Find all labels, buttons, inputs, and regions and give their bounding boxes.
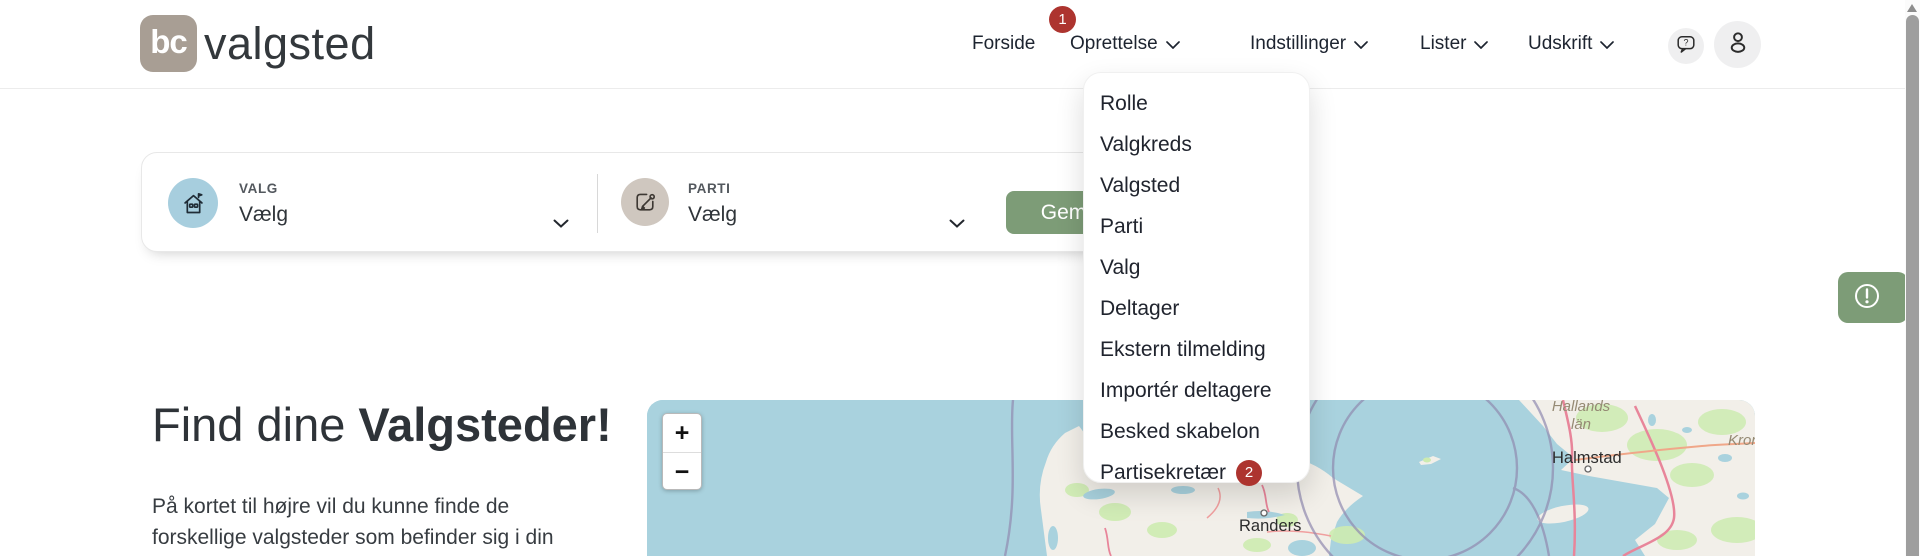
nav-label: Oprettelse xyxy=(1070,33,1158,55)
logo-name: valgsted xyxy=(204,21,376,66)
menu-item-deltager[interactable]: Deltager xyxy=(1084,288,1309,329)
intro-paragraph-line1: På kortet til højre vil du kunne finde d… xyxy=(152,491,622,522)
menu-item-valgsted[interactable]: Valgsted xyxy=(1084,165,1309,206)
polling-house-icon xyxy=(168,178,218,228)
notification-badge: 1 xyxy=(1049,6,1076,33)
page: Hallands län Kron Halmstad Randers + − F… xyxy=(0,0,1920,556)
intro-paragraph-line2: forskellige valgsteder som befinder sig … xyxy=(152,522,622,553)
edit-pen-icon xyxy=(621,178,669,226)
menu-item-besked-skabelon[interactable]: Besked skabelon xyxy=(1084,411,1309,452)
chevron-down-icon xyxy=(553,215,569,233)
page-title: Find dineValgsteder! xyxy=(152,398,612,452)
nav-item-forside[interactable]: Forside xyxy=(972,30,1035,58)
chevron-down-icon xyxy=(1600,33,1614,55)
menu-item-rolle[interactable]: Rolle xyxy=(1084,83,1309,124)
scrollbar-up-arrow[interactable] xyxy=(1907,4,1917,12)
menu-item-importer-deltagere[interactable]: Importér deltagere xyxy=(1084,370,1309,411)
speech-bubble-question-icon: ? xyxy=(1675,33,1697,60)
parti-select[interactable]: PARTI Vælg xyxy=(688,175,974,233)
logo[interactable]: bc valgsted xyxy=(140,15,376,72)
chevron-down-icon xyxy=(1354,33,1368,55)
map-label-lan: län xyxy=(1571,416,1591,433)
valg-select[interactable]: VALG Vælg xyxy=(239,175,579,233)
nav-item-lister[interactable]: Lister xyxy=(1420,30,1488,58)
notification-badge: 2 xyxy=(1236,460,1262,486)
map-marker-randers xyxy=(1261,510,1267,516)
filter-card: VALG Vælg PARTI Vælg Gem xyxy=(141,152,1140,252)
map-zoom-control: + − xyxy=(662,413,702,490)
person-icon xyxy=(1725,29,1751,60)
nav-label: Indstillinger xyxy=(1250,33,1346,55)
menu-item-ekstern-tilmelding[interactable]: Ekstern tilmelding xyxy=(1084,329,1309,370)
menu-item-valgkreds[interactable]: Valgkreds xyxy=(1084,124,1309,165)
nav-item-indstillinger[interactable]: Indstillinger xyxy=(1250,30,1368,58)
nav-label: Lister xyxy=(1420,33,1466,55)
menu-item-label: Partisekretær xyxy=(1100,461,1226,485)
alert-circle-icon xyxy=(1851,280,1883,315)
map-label-hallands-lan: Hallands xyxy=(1552,400,1611,415)
map-label-halmstad: Halmstad xyxy=(1552,449,1622,467)
svg-text:?: ? xyxy=(1683,37,1688,47)
help-button[interactable]: ? xyxy=(1668,28,1704,64)
oprettelse-dropdown-menu: Rolle Valgkreds Valgsted Parti Valg Delt… xyxy=(1083,72,1310,483)
chevron-down-icon xyxy=(949,215,965,233)
notice-button[interactable] xyxy=(1838,272,1908,323)
valg-select-value: Vælg xyxy=(239,203,579,227)
nav-label: Udskrift xyxy=(1528,33,1592,55)
card-divider xyxy=(597,174,598,233)
intro-paragraph: På kortet til højre vil du kunne finde d… xyxy=(152,491,622,553)
logo-mark: bc xyxy=(140,15,197,72)
valg-select-label: VALG xyxy=(239,181,579,196)
profile-button[interactable] xyxy=(1714,21,1761,68)
nav-item-oprettelse[interactable]: 1 Oprettelse xyxy=(1070,30,1180,58)
top-navbar: bc valgsted Forside 1 Oprettelse Indstil… xyxy=(0,0,1920,89)
scrollbar-thumb[interactable] xyxy=(1906,15,1919,556)
menu-item-valg[interactable]: Valg xyxy=(1084,247,1309,288)
nav-label: Forside xyxy=(972,33,1035,55)
map-label-randers: Randers xyxy=(1239,517,1301,535)
map-label-kronoberg-partial: Kron xyxy=(1728,432,1755,449)
chevron-down-icon xyxy=(1166,33,1180,55)
parti-select-label: PARTI xyxy=(688,181,974,196)
page-title-bold: Valgsteder! xyxy=(358,398,611,451)
nav-item-udskrift[interactable]: Udskrift xyxy=(1528,30,1614,58)
map-zoom-out-button[interactable]: − xyxy=(663,453,701,490)
parti-select-value: Vælg xyxy=(688,203,974,227)
scrollbar[interactable] xyxy=(1905,0,1920,556)
menu-item-partisekretaer[interactable]: Partisekretær 2 xyxy=(1084,452,1309,493)
menu-item-parti[interactable]: Parti xyxy=(1084,206,1309,247)
map-zoom-in-button[interactable]: + xyxy=(663,414,701,452)
page-title-light: Find dine xyxy=(152,398,345,451)
chevron-down-icon xyxy=(1474,33,1488,55)
